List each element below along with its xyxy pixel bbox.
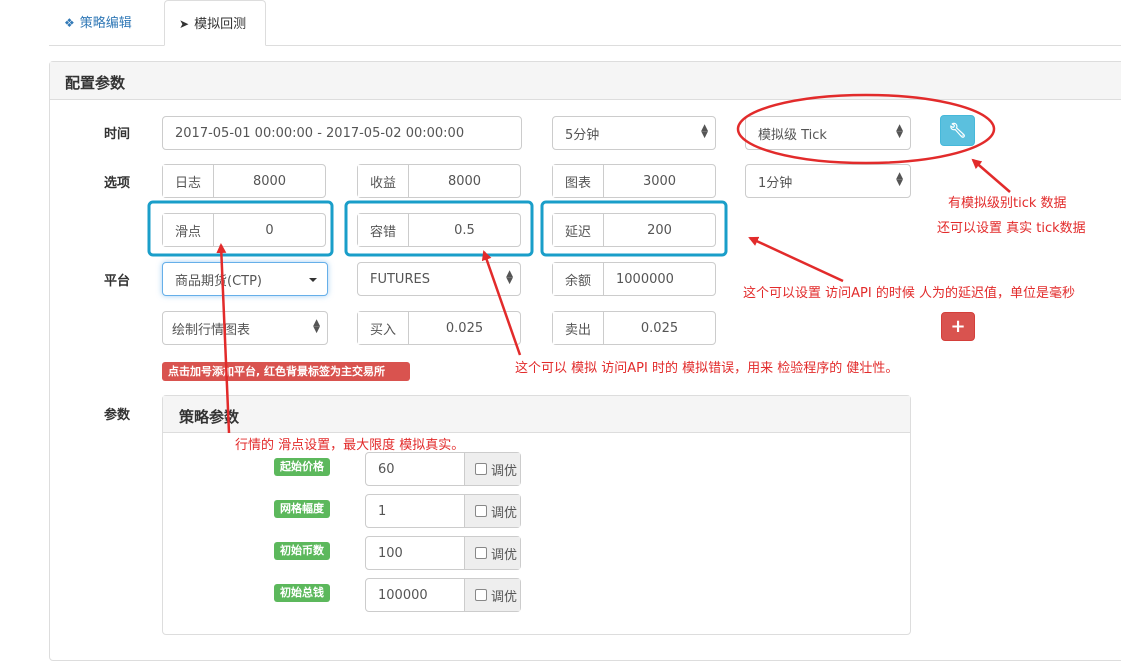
tick-arrow	[971, 158, 1011, 193]
slippage-highlight-box	[147, 200, 334, 257]
fault-note: 这个可以 模拟 访问API 时的 模拟错误，用来 检验程序的 健壮性。	[515, 361, 899, 376]
tick-note-line2: 还可以设置 真实 tick数据	[937, 221, 1086, 236]
annotation-overlay	[147, 93, 1011, 434]
delay-note: 这个可以设置 访问API 的时候 人为的延迟值，单位是毫秒	[743, 286, 1075, 301]
fault-arrow	[481, 250, 522, 356]
slippage-note: 行情的 滑点设置，最大限度 模拟真实。	[235, 438, 465, 453]
slippage-arrow	[216, 243, 231, 434]
delay-highlight-box	[540, 200, 728, 257]
tick-highlight-ellipse	[736, 93, 996, 165]
fault-highlight-box	[344, 200, 534, 257]
delay-arrow	[748, 236, 844, 283]
tick-note-line1: 有模拟级别tick 数据	[948, 196, 1067, 211]
